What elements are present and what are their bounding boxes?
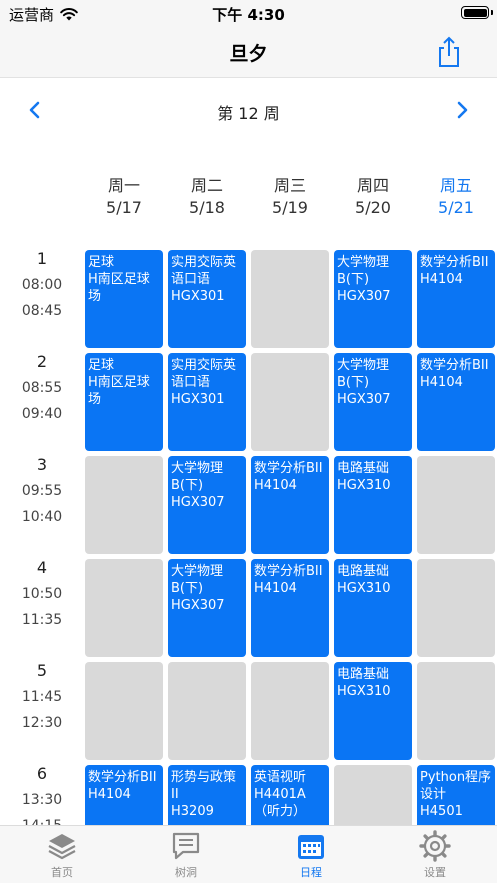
tab-label: 树洞 xyxy=(175,866,197,879)
period-start: 09:55 xyxy=(21,483,63,499)
course-cell-thu[interactable]: 电路基础 HGX310 xyxy=(334,559,412,657)
period-start: 08:55 xyxy=(21,380,63,396)
course-cell-tue[interactable]: 实用交际英语口语 HGX301 xyxy=(168,250,246,348)
course-cell-fri[interactable]: 数学分析BII H4104 xyxy=(417,353,495,451)
day-date: 5/18 xyxy=(189,198,225,217)
period-number: 5 xyxy=(36,661,48,680)
period-end: 11:35 xyxy=(21,612,63,628)
page-title: 旦夕 xyxy=(229,43,268,65)
period-number: 1 xyxy=(36,249,48,268)
day-date: 5/17 xyxy=(106,198,142,217)
course-cell-thu[interactable]: 电路基础 HGX310 xyxy=(334,662,412,760)
navigation-bar: 旦夕 xyxy=(0,26,497,78)
tab-label: 日程 xyxy=(300,866,322,879)
week-label: 第 12 周 xyxy=(217,104,280,123)
period-label: 4 10:50 11:35 xyxy=(12,555,72,633)
layers-icon xyxy=(48,834,76,860)
period-number: 4 xyxy=(36,558,48,577)
week-selector: 第 12 周 xyxy=(0,92,497,128)
empty-cell-mon[interactable] xyxy=(85,456,163,554)
empty-cell-wed[interactable] xyxy=(251,250,329,348)
period-label: 2 08:55 09:40 xyxy=(12,349,72,427)
day-header-thu: 周四 5/20 xyxy=(334,175,412,219)
course-cell-tue[interactable]: 大学物理B(下) HGX307 xyxy=(168,456,246,554)
empty-cell-fri[interactable] xyxy=(417,559,495,657)
chat-bubble-icon xyxy=(172,832,200,860)
period-label: 3 09:55 10:40 xyxy=(12,452,72,530)
period-number: 2 xyxy=(36,352,48,371)
tab-label: 首页 xyxy=(51,866,73,879)
empty-cell-fri[interactable] xyxy=(417,456,495,554)
day-header-wed: 周三 5/19 xyxy=(251,175,329,219)
empty-cell-wed[interactable] xyxy=(251,353,329,451)
day-header-mon: 周一 5/17 xyxy=(85,175,163,219)
chevron-right-icon xyxy=(457,101,468,119)
tab-home[interactable]: 首页 xyxy=(22,830,102,880)
tab-schedule[interactable]: 日程 xyxy=(271,830,351,880)
share-icon xyxy=(439,36,459,67)
empty-cell-fri[interactable] xyxy=(417,662,495,760)
status-bar: 运营商 下午 4:30 xyxy=(0,0,497,26)
tab-bar: 首页 树洞 日程 设置 xyxy=(0,825,497,883)
period-end: 08:45 xyxy=(21,303,63,319)
period-end: 09:40 xyxy=(21,406,63,422)
period-start: 13:30 xyxy=(21,792,63,808)
course-cell-thu[interactable]: 大学物理B(下) HGX307 xyxy=(334,353,412,451)
course-cell-thu[interactable]: 电路基础 HGX310 xyxy=(334,456,412,554)
calendar-icon xyxy=(298,835,324,859)
period-number: 3 xyxy=(36,455,48,474)
course-cell-fri[interactable]: 数学分析BII H4104 xyxy=(417,250,495,348)
day-date: 5/20 xyxy=(355,198,391,217)
tab-label: 设置 xyxy=(424,866,446,879)
period-label: 1 08:00 08:45 xyxy=(12,246,72,324)
empty-cell-wed[interactable] xyxy=(251,662,329,760)
gear-icon xyxy=(419,830,451,862)
day-name: 周一 xyxy=(107,176,140,195)
empty-cell-tue[interactable] xyxy=(168,662,246,760)
period-start: 08:00 xyxy=(21,277,63,293)
day-name: 周三 xyxy=(273,176,306,195)
period-number: 6 xyxy=(36,764,48,783)
course-cell-thu[interactable]: 大学物理B(下) HGX307 xyxy=(334,250,412,348)
day-header-fri: 周五 5/21 xyxy=(417,175,495,219)
tab-treehole[interactable]: 树洞 xyxy=(146,830,226,880)
day-date: 5/19 xyxy=(272,198,308,217)
battery-icon xyxy=(461,6,493,19)
course-cell-mon[interactable]: 足球 H南区足球场 xyxy=(85,353,163,451)
course-cell-tue[interactable]: 实用交际英语口语 HGX301 xyxy=(168,353,246,451)
day-name: 周四 xyxy=(356,176,389,195)
period-end: 12:30 xyxy=(21,715,63,731)
day-name: 周二 xyxy=(190,176,223,195)
day-header-tue: 周二 5/18 xyxy=(168,175,246,219)
course-cell-mon[interactable]: 足球 H南区足球场 xyxy=(85,250,163,348)
day-date: 5/21 xyxy=(438,198,474,217)
course-cell-wed[interactable]: 数学分析BII H4104 xyxy=(251,456,329,554)
period-end: 10:40 xyxy=(21,509,63,525)
course-cell-wed[interactable]: 数学分析BII H4104 xyxy=(251,559,329,657)
tab-settings[interactable]: 设置 xyxy=(395,830,475,880)
period-start: 11:45 xyxy=(21,689,63,705)
share-button[interactable] xyxy=(434,36,464,68)
day-name: 周五 xyxy=(439,176,472,195)
status-time: 下午 4:30 xyxy=(212,6,285,24)
course-cell-tue[interactable]: 大学物理B(下) HGX307 xyxy=(168,559,246,657)
empty-cell-mon[interactable] xyxy=(85,559,163,657)
period-label: 5 11:45 12:30 xyxy=(12,658,72,736)
period-start: 10:50 xyxy=(21,586,63,602)
next-week-button[interactable] xyxy=(452,100,472,120)
empty-cell-mon[interactable] xyxy=(85,662,163,760)
